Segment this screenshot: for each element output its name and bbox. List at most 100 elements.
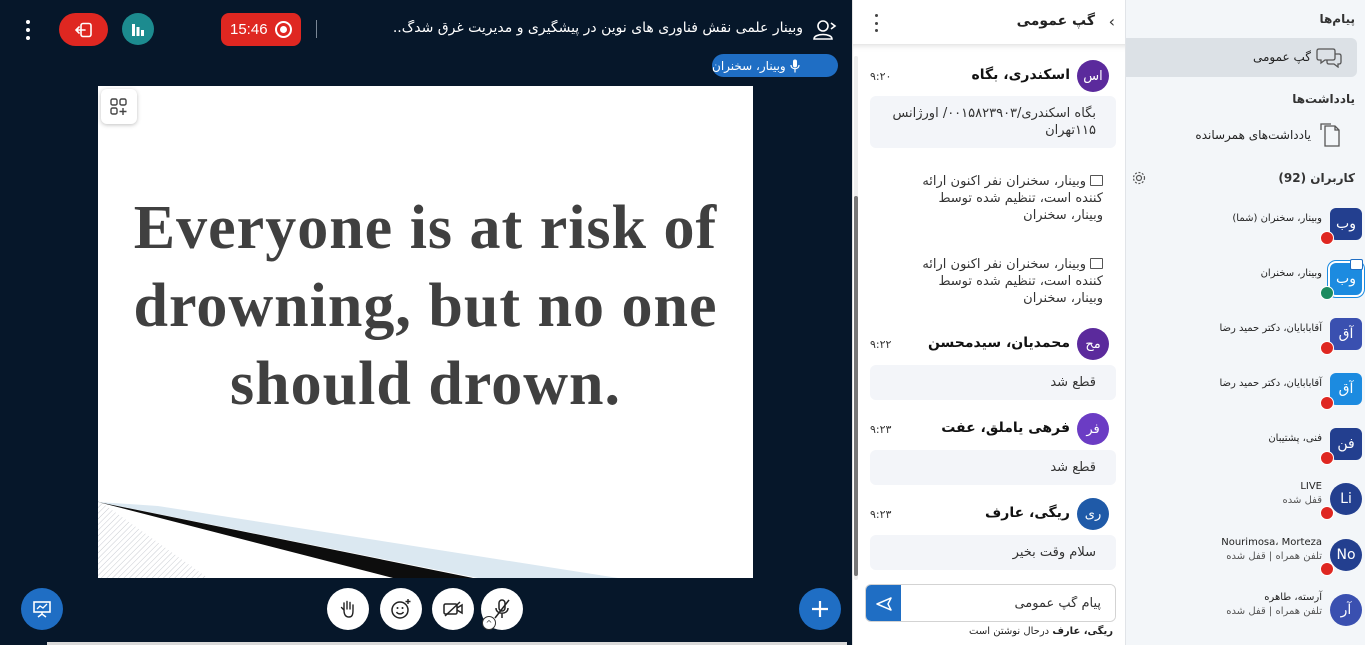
title-divider [316, 20, 317, 38]
slide-decoration [98, 500, 618, 578]
chat-composer [865, 584, 1116, 622]
hide-chat-chevron-icon[interactable]: ‹ [1109, 12, 1115, 31]
record-icon [275, 21, 292, 38]
shared-notes-nav-item[interactable]: یادداشت‌های همرسانده [1126, 118, 1357, 154]
user-list-item[interactable]: Li LIVE قفل شده [1126, 478, 1365, 522]
chat-messages: اس اسکندری، بگاه ۹:۲۰ بگاه اسکندری/۰۰۱۵۸… [853, 44, 1126, 582]
chat-bubbles-icon [1316, 48, 1342, 68]
system-message: وبینار، سخنران نفر اکنون ارائه کننده است… [903, 173, 1103, 224]
connection-status-button[interactable] [122, 13, 154, 45]
leave-meeting-button[interactable] [59, 13, 108, 46]
camera-toggle-button[interactable] [432, 588, 474, 630]
audio-settings-caret-icon[interactable]: ^ [482, 616, 496, 630]
reactions-button[interactable] [380, 588, 422, 630]
slide-text: Everyone is at risk of drowning, but no … [133, 194, 718, 418]
sender-name: محمدیان، سیدمحسن [927, 335, 1070, 351]
chat-message-header: مح محمدیان، سیدمحسن ۹:۲۲ [853, 328, 1126, 362]
user-name: وبینار، سخنران (شما) [1232, 213, 1322, 224]
talking-mic-icon [1320, 286, 1334, 300]
muted-mic-icon [1320, 562, 1334, 576]
muted-mic-icon [1320, 396, 1334, 410]
notes-section-title: یادداشت‌ها [1292, 92, 1355, 106]
user-list-item[interactable]: No Nourimosa، Morteza تلفن همراه | قفل ش… [1126, 534, 1365, 578]
avatar: آق [1330, 318, 1362, 350]
users-list-toggle-icon[interactable] [812, 18, 838, 42]
avatar: Li [1330, 483, 1362, 515]
avatar: آر [1330, 594, 1362, 626]
user-name: فنی، پشتیبان [1268, 433, 1322, 444]
gear-icon[interactable] [1131, 170, 1147, 186]
chat-header: ‹ گپ عمومی [853, 0, 1125, 44]
avatar: اس [1077, 60, 1109, 92]
chat-title: گپ عمومی [1016, 13, 1095, 29]
actions-menu-button[interactable] [799, 588, 841, 630]
emoji-icon [391, 599, 411, 619]
typing-status-text: درحال نوشتن است [969, 626, 1050, 637]
camera-off-icon [443, 601, 463, 617]
avatar: فر [1077, 413, 1109, 445]
muted-mic-icon [1320, 451, 1334, 465]
messages-section-title: پیام‌ها [1319, 12, 1355, 26]
muted-mic-icon [1320, 506, 1334, 520]
presentation-area: 15:46 وبینار علمی نقش فناوری های نوین در… [0, 0, 852, 645]
user-list-item[interactable]: وب وبینار، سخنران [1126, 258, 1365, 302]
public-chat-panel: ‹ گپ عمومی اس اسکندری، بگاه ۹:۲۰ بگاه اس… [852, 0, 1129, 645]
user-name: Nourimosa، Morteza [1221, 537, 1322, 548]
send-icon [875, 597, 892, 611]
send-message-button[interactable] [866, 585, 901, 621]
presenter-icon [1090, 175, 1103, 186]
chat-message-text: قطع شد [870, 365, 1116, 400]
presentation-options-button[interactable] [101, 89, 137, 124]
plus-icon [812, 601, 828, 617]
typing-user-name: ریگی، عارف [1052, 626, 1113, 637]
options-menu-icon[interactable] [18, 18, 38, 42]
chat-message-header: ری ریگی، عارف ۹:۲۳ [853, 498, 1126, 532]
user-list-item[interactable]: فن فنی، پشتیبان [1126, 423, 1365, 467]
avatar: وب [1330, 208, 1362, 240]
talking-indicator: وبینار، سخنران [712, 54, 838, 77]
sender-name: ریگی، عارف [985, 505, 1070, 521]
avatar: No [1330, 539, 1362, 571]
chat-message-text: قطع شد [870, 450, 1116, 485]
leave-icon [74, 22, 92, 37]
user-name: آقابابایان، دکتر حمید رضا [1219, 323, 1322, 334]
raise-hand-button[interactable] [327, 588, 369, 630]
document-copy-icon [1320, 123, 1340, 147]
recording-timer: 15:46 [230, 21, 268, 38]
chat-message-text: سلام وقت بخیر [870, 535, 1116, 570]
chat-message-header: فر فرهی یاملق، عفت ۹:۲۳ [853, 413, 1126, 447]
presenter-icon [1090, 258, 1103, 269]
sender-name: اسکندری، بگاه [971, 67, 1070, 83]
system-message-text: وبینار، سخنران نفر اکنون ارائه کننده است… [922, 257, 1103, 306]
user-name: آرسته، طاهره [1264, 592, 1322, 603]
user-status: قفل شده [1282, 495, 1322, 506]
presentation-options-icon [110, 97, 127, 115]
recording-indicator[interactable]: 15:46 [221, 13, 301, 46]
system-message: وبینار، سخنران نفر اکنون ارائه کننده است… [903, 256, 1103, 307]
user-name: آقابابایان، دکتر حمید رضا [1219, 378, 1322, 389]
chat-options-icon[interactable] [873, 14, 879, 32]
presentation-toggle-button[interactable] [21, 588, 63, 630]
microphone-muted-icon [494, 599, 510, 619]
muted-mic-icon [1320, 231, 1334, 245]
system-message-text: وبینار، سخنران نفر اکنون ارائه کننده است… [922, 174, 1103, 223]
meeting-title: وبینار علمی نقش فناوری های نوین در پیشگی… [392, 20, 803, 36]
users-panel: پیام‌ها گپ عمومی یادداشت‌ها یادداشت‌های … [1125, 0, 1365, 645]
chat-message-header: اس اسکندری، بگاه ۹:۲۰ [853, 60, 1126, 94]
muted-mic-icon [1320, 341, 1334, 355]
public-chat-label: گپ عمومی [1252, 50, 1311, 64]
message-time: ۹:۲۳ [870, 423, 892, 436]
message-time: ۹:۲۰ [870, 70, 892, 83]
typing-indicator: ریگی، عارف درحال نوشتن است [969, 626, 1113, 637]
user-list-item[interactable]: وب وبینار، سخنران (شما) [1126, 203, 1365, 247]
user-list-item[interactable]: آق آقابابایان، دکتر حمید رضا [1126, 313, 1365, 357]
user-name: LIVE [1300, 481, 1322, 492]
users-section-title: کاربران (92) [1278, 171, 1355, 185]
user-list-item[interactable]: آر آرسته، طاهره تلفن همراه | قفل شده [1126, 589, 1365, 633]
chat-message-input[interactable] [902, 585, 1115, 621]
user-status: تلفن همراه | قفل شده [1226, 606, 1322, 617]
public-chat-nav-item[interactable]: گپ عمومی [1126, 38, 1357, 77]
raise-hand-icon [340, 600, 354, 618]
presentation-icon [33, 601, 51, 618]
user-list-item[interactable]: آق آقابابایان، دکتر حمید رضا [1126, 368, 1365, 412]
